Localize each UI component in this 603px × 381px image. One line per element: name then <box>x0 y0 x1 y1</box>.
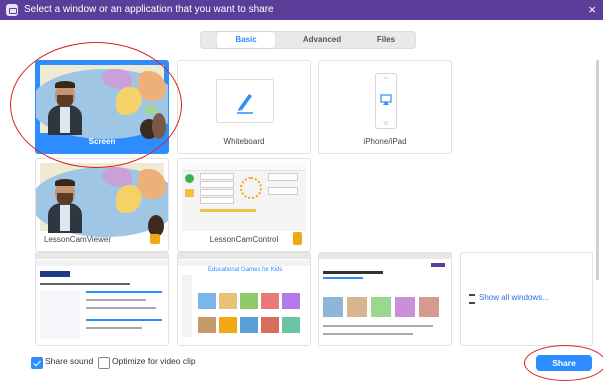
bottom-bar: Share sound Optimize for video clip Shar… <box>0 352 603 374</box>
whiteboard-thumbnail <box>182 65 306 133</box>
show-all-windows[interactable]: Show all windows... <box>460 252 593 346</box>
tile-label: Screen <box>88 137 116 146</box>
whiteboard-frame <box>216 79 274 123</box>
scrollbar[interactable] <box>596 60 599 280</box>
tile-screen[interactable]: Screen <box>35 60 169 154</box>
share-button[interactable]: Share <box>536 355 592 371</box>
optimize-video-label: Optimize for video clip <box>112 356 196 366</box>
tile-window-1[interactable] <box>35 252 169 346</box>
airplay-icon <box>380 77 392 125</box>
tile-label: LessonCamViewer <box>44 235 111 244</box>
tile-iphone-ipad[interactable]: iPhone/iPad <box>318 60 452 154</box>
tile-window-3[interactable] <box>318 252 452 346</box>
optimize-video-checkbox-icon[interactable] <box>98 357 110 369</box>
tile-window-2[interactable]: Educational Games for Kids <box>177 252 311 346</box>
lessoncamcontrol-thumbnail <box>182 163 306 231</box>
pencil-icon <box>237 94 253 114</box>
tile-lessoncamcontrol[interactable]: LessonCamControl <box>177 158 311 252</box>
window-thumbnail <box>36 253 168 345</box>
tile-lessoncamviewer[interactable]: LessonCamViewer <box>35 158 169 252</box>
share-grid: Screen Whiteboard iPhone/iPad LessonCamV… <box>0 0 603 374</box>
show-all-windows-label: Show all windows... <box>479 293 549 302</box>
window-thumbnail <box>319 253 451 345</box>
window-header-text: Educational Games for Kids <box>208 267 283 273</box>
share-sound-label: Share sound <box>45 356 94 366</box>
share-sound-checkbox-icon[interactable] <box>31 357 43 369</box>
tile-whiteboard[interactable]: Whiteboard <box>177 60 311 154</box>
tile-label: LessonCamControl <box>209 235 279 244</box>
screen-thumbnail <box>36 65 168 139</box>
lessoncamviewer-thumbnail <box>36 163 168 237</box>
window-thumbnail: Educational Games for Kids <box>178 253 310 345</box>
tile-label: iPhone/iPad <box>363 137 407 146</box>
tile-label: Whiteboard <box>223 137 265 146</box>
stack-icon <box>469 294 475 304</box>
phone-frame <box>375 73 397 129</box>
iphone-thumbnail <box>323 65 447 133</box>
